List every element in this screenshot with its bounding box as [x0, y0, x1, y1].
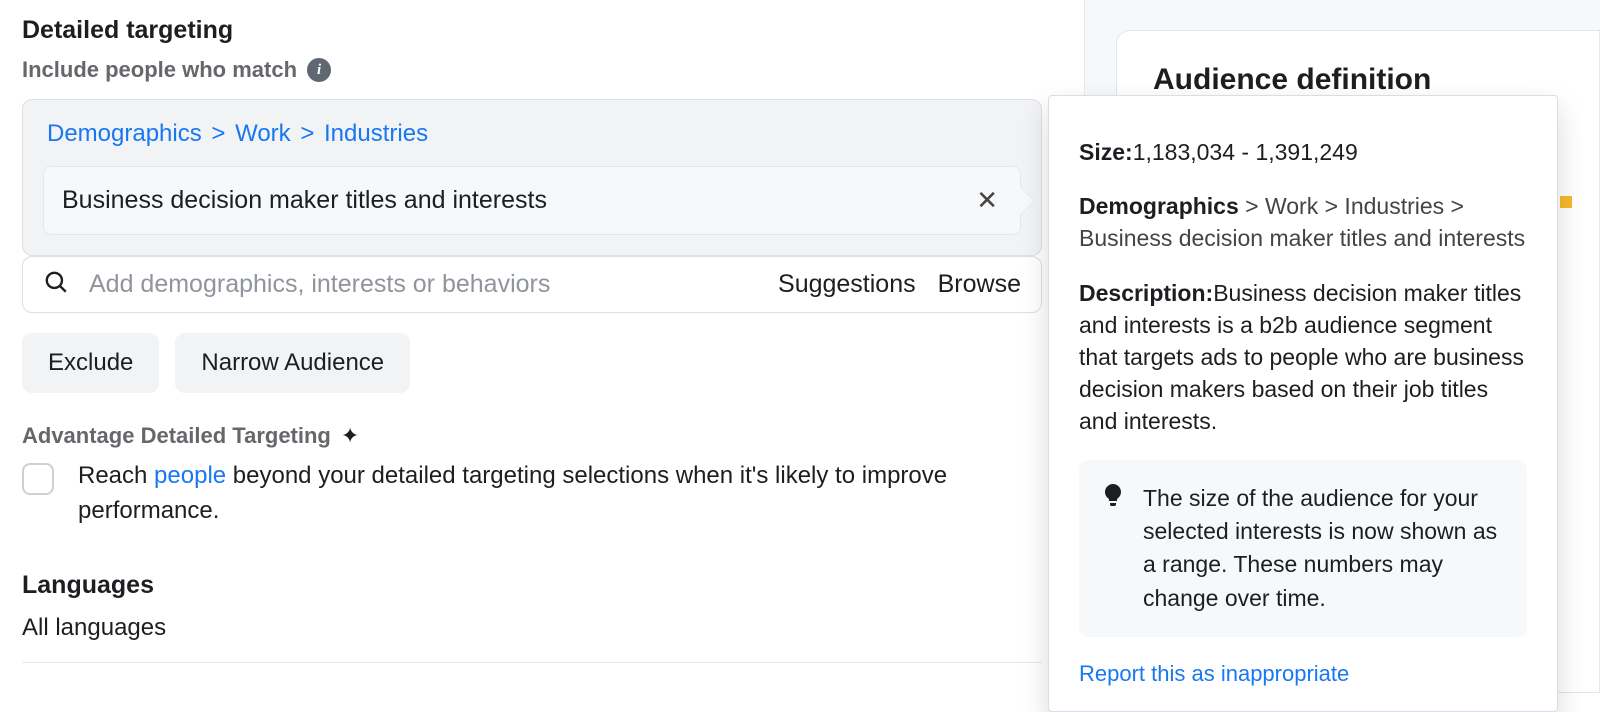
- sparkle-icon: ✦: [341, 423, 359, 449]
- tooltip-arrow-icon: [1020, 187, 1034, 215]
- tooltip-breadcrumb-root: Demographics: [1079, 193, 1239, 219]
- breadcrumb-industries[interactable]: Industries: [324, 120, 428, 147]
- chip-text: Business decision maker titles and inter…: [62, 186, 547, 215]
- chevron-right-icon: >: [211, 120, 225, 147]
- targeting-search-input[interactable]: [89, 270, 758, 299]
- lightbulb-icon: [1103, 484, 1123, 615]
- browse-link[interactable]: Browse: [938, 270, 1021, 299]
- detailed-targeting-panel: Detailed targeting Include people who ma…: [22, 16, 1042, 663]
- tooltip-info-box: The size of the audience for your select…: [1079, 460, 1527, 637]
- breadcrumb-demographics[interactable]: Demographics: [47, 120, 202, 147]
- advantage-description: Reach people beyond your detailed target…: [78, 459, 998, 529]
- tooltip-info-text: The size of the audience for your select…: [1143, 482, 1503, 615]
- description-label: Description:: [1079, 280, 1213, 306]
- suggestions-link[interactable]: Suggestions: [778, 270, 916, 299]
- report-inappropriate-link[interactable]: Report this as inappropriate: [1079, 661, 1527, 687]
- search-row[interactable]: Suggestions Browse: [22, 256, 1042, 313]
- breadcrumb-work[interactable]: Work: [235, 120, 291, 147]
- targeting-chip[interactable]: Business decision maker titles and inter…: [43, 166, 1021, 235]
- advantage-checkbox[interactable]: [22, 463, 54, 495]
- targeting-tooltip: Size:1,183,034 - 1,391,249 Demographics …: [1048, 95, 1558, 712]
- audience-definition-title: Audience definition: [1153, 63, 1563, 97]
- size-label: Size:: [1079, 139, 1133, 165]
- close-icon[interactable]: ✕: [972, 185, 1002, 216]
- people-link[interactable]: people: [154, 462, 226, 489]
- exclude-button[interactable]: Exclude: [22, 333, 159, 393]
- languages-header: Languages: [22, 571, 1042, 600]
- search-icon: [43, 269, 69, 300]
- breadcrumb: Demographics > Work > Industries: [47, 120, 1017, 148]
- chevron-right-icon: >: [300, 120, 314, 147]
- narrow-audience-button[interactable]: Narrow Audience: [175, 333, 410, 393]
- size-value: 1,183,034 - 1,391,249: [1133, 139, 1358, 165]
- info-icon[interactable]: i: [307, 58, 331, 82]
- advantage-label: Advantage Detailed Targeting: [22, 423, 331, 449]
- languages-value[interactable]: All languages: [22, 614, 1042, 663]
- section-title: Detailed targeting: [22, 16, 1042, 45]
- gauge-yellow-fragment: [1560, 196, 1572, 208]
- targeting-criteria-box: Demographics > Work > Industries Busines…: [22, 99, 1042, 256]
- include-label: Include people who match: [22, 57, 297, 83]
